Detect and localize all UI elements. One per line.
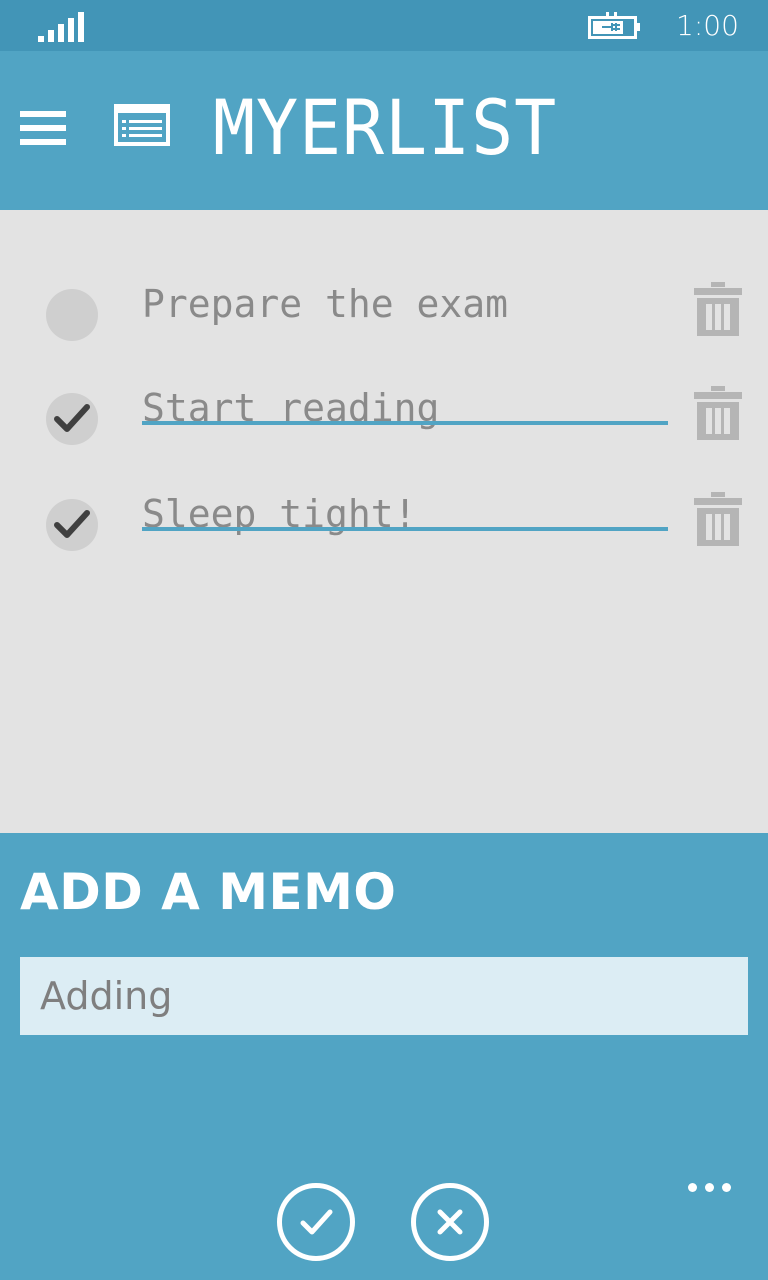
more-dots-icon[interactable] <box>686 1179 734 1197</box>
cancel-button[interactable] <box>411 1183 489 1261</box>
todo-item: Start reading <box>0 370 768 460</box>
todo-checkbox[interactable] <box>46 289 98 341</box>
check-icon <box>54 510 90 538</box>
memo-input[interactable] <box>20 957 748 1035</box>
strikethrough-line <box>142 421 668 425</box>
app-header: MYERLIST <box>0 51 768 210</box>
trash-icon[interactable] <box>694 386 742 440</box>
trash-icon[interactable] <box>694 282 742 336</box>
status-time: 1:00 <box>676 9 739 42</box>
todo-list: Prepare the exam Start reading Sleep tig… <box>0 210 768 833</box>
trash-icon[interactable] <box>694 492 742 546</box>
add-memo-panel: ADD A MEMO <box>0 833 768 1280</box>
signal-strength-icon <box>38 12 86 42</box>
close-icon <box>437 1209 463 1235</box>
todo-text[interactable]: Prepare the exam <box>142 282 508 326</box>
confirm-button[interactable] <box>277 1183 355 1261</box>
battery-charging-icon <box>588 12 642 42</box>
todo-item: Sleep tight! <box>0 476 768 566</box>
todo-checkbox[interactable] <box>46 499 98 551</box>
status-bar: 1:00 <box>0 0 768 51</box>
hamburger-menu-icon[interactable] <box>20 111 66 145</box>
strikethrough-line <box>142 527 668 531</box>
todo-checkbox[interactable] <box>46 393 98 445</box>
memo-panel-title: ADD A MEMO <box>20 863 397 921</box>
todo-item: Prepare the exam <box>0 266 768 356</box>
list-icon <box>114 104 170 146</box>
check-icon <box>300 1209 333 1235</box>
app-title: MYERLIST <box>213 83 558 172</box>
check-icon <box>54 404 90 432</box>
